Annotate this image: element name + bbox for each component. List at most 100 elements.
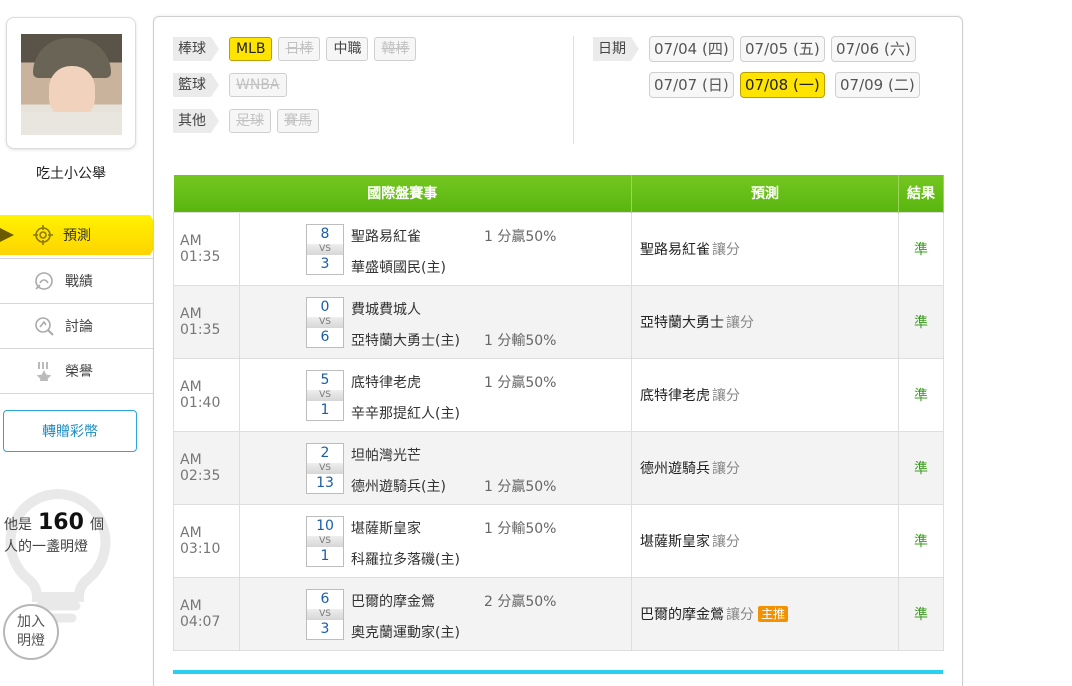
- divider: [0, 303, 154, 304]
- nav-label: 討論: [65, 319, 93, 335]
- avatar[interactable]: [21, 34, 122, 135]
- date-chip-0706[interactable]: 07/06 (六): [831, 36, 916, 62]
- fan-suffix: 個: [89, 517, 104, 533]
- fan-count: 160: [38, 510, 84, 535]
- chip-wnba: WNBA: [229, 73, 287, 97]
- game-time: AM 03:10: [173, 503, 240, 578]
- prediction-cell: 堪薩斯皇家 讓分: [631, 503, 899, 578]
- team-away[interactable]: 底特律老虎: [351, 372, 421, 392]
- score-home: 6: [320, 328, 330, 345]
- handicap-line: 1 分贏50%: [484, 478, 557, 495]
- vs-label: VS: [307, 535, 343, 547]
- table-bottom-bar: [173, 670, 943, 674]
- nav-item-discuss[interactable]: 討論: [0, 305, 154, 347]
- game-time: AM 01:35: [173, 284, 240, 359]
- bet-type: 讓分: [726, 314, 754, 331]
- match-cell: 8 VS 3 聖路易紅雀華盛頓國民(主) 1 分贏50%: [239, 211, 632, 286]
- table-row: AM 01:35 0 VS 6 費城費城人 亞特蘭大勇士(主) 1 分輸50% 亞特蘭大勇士讓…: [173, 284, 944, 359]
- result: 準: [898, 503, 944, 578]
- date-chip-0708[interactable]: 07/08 (一): [740, 72, 825, 98]
- team-away[interactable]: 堪薩斯皇家: [351, 518, 421, 538]
- score-home: 3: [320, 620, 330, 637]
- score-away: 6: [320, 590, 330, 607]
- team-away[interactable]: 聖路易紅雀: [351, 226, 421, 246]
- team-home[interactable]: 奧克蘭運動家(主): [351, 622, 460, 642]
- date-chip-0704[interactable]: 07/04 (四): [649, 36, 734, 62]
- table-row: AM 02:35 2 VS 13 坦帕灣光芒 德州遊騎兵(主) 1 分贏50% 德州遊騎兵 讓分…: [173, 430, 944, 505]
- result: 準: [898, 284, 944, 359]
- vs-label: VS: [307, 608, 343, 620]
- games-table: 國際盤賽事 預測 結果 AM 01:35 8 VS 3 聖路易紅雀 華盛頓國民(主) 1 分…: [173, 175, 944, 651]
- predicted-team: 巴爾的摩金鶯: [640, 606, 724, 623]
- result: 準: [898, 211, 944, 286]
- nav-label: 榮譽: [65, 364, 93, 380]
- score-box: 8 VS 3: [306, 223, 344, 275]
- team-home[interactable]: 德州遊騎兵(主): [351, 476, 446, 496]
- transfer-coins-button[interactable]: 轉贈彩幣: [3, 410, 137, 452]
- nav-item-predict[interactable]: 預測: [0, 215, 162, 255]
- divider: [0, 393, 154, 394]
- chip-npb: 日棒: [278, 37, 321, 61]
- score-home: 1: [320, 401, 330, 418]
- prediction-cell: 聖路易紅雀 讓分: [631, 211, 899, 286]
- date-chip-0709[interactable]: 07/09 (二): [835, 72, 920, 98]
- game-time: AM 01:40: [173, 357, 240, 432]
- filter-row-other: 其他 足球 賽馬: [173, 109, 325, 133]
- category-baseball: 棒球: [173, 37, 219, 61]
- nav-item-record[interactable]: 戰績: [0, 260, 154, 302]
- team-away[interactable]: 費城費城人: [351, 299, 421, 319]
- handicap-line: 1 分輸50%: [484, 520, 557, 537]
- score-box: 2 VS 13: [306, 442, 344, 494]
- fan-line2: 人的一盞明燈: [4, 539, 88, 555]
- date-label-row: 日期: [593, 37, 649, 61]
- filter-row-basketball: 籃球 WNBA: [173, 73, 293, 97]
- header-result: 結果: [898, 175, 944, 212]
- nav-label: 預測: [63, 228, 91, 244]
- match-cell: 10 VS 1 堪薩斯皇家 科羅拉多落磯(主) 1 分輸50%: [239, 503, 632, 578]
- vs-label: VS: [307, 462, 343, 474]
- category-other: 其他: [173, 109, 219, 133]
- magnifier-icon: [33, 315, 55, 337]
- date-chip-0707[interactable]: 07/07 (日): [649, 72, 734, 98]
- match-cell: 0 VS 6 費城費城人 亞特蘭大勇士(主) 1 分輸50%: [239, 284, 632, 359]
- score-box: 0 VS 6: [306, 296, 344, 348]
- fan-count-text: 他是 160 個 人的一盞明燈: [4, 512, 104, 558]
- table-row: AM 03:10 10 VS 1 堪薩斯皇家 科羅拉多落磯(主) 1 分輸50% 堪薩斯皇家讓…: [173, 503, 944, 578]
- prediction-cell: 亞特蘭大勇士 讓分: [631, 284, 899, 359]
- team-away[interactable]: 坦帕灣光芒: [351, 445, 421, 465]
- score-home: 1: [320, 547, 330, 564]
- chip-cpbl[interactable]: 中職: [326, 37, 369, 61]
- chip-horse-racing: 賽馬: [277, 109, 319, 133]
- table-row: AM 01:40 5 VS 1 底特律老虎 辛辛那提紅人(主) 1 分贏50% 底特律老虎 讓分…: [173, 357, 944, 432]
- chip-mlb[interactable]: MLB: [229, 37, 273, 61]
- username: 吃土小公舉: [36, 166, 106, 182]
- team-home[interactable]: 華盛頓國民(主): [351, 257, 446, 277]
- handicap-line: 1 分贏50%: [484, 228, 557, 245]
- prediction-cell: 德州遊騎兵 讓分: [631, 430, 899, 505]
- game-time: AM 04:07: [173, 576, 240, 651]
- team-home[interactable]: 亞特蘭大勇士(主): [351, 330, 460, 350]
- bet-type: 讓分: [726, 606, 754, 623]
- date-chip-0705[interactable]: 07/05 (五): [740, 36, 825, 62]
- team-away[interactable]: 巴爾的摩金鶯: [351, 591, 435, 611]
- score-box: 6 VS 3: [306, 588, 344, 640]
- header-match: 國際盤賽事: [173, 175, 632, 212]
- result: 準: [898, 430, 944, 505]
- handicap-line: 1 分贏50%: [484, 374, 557, 391]
- join-label-2: 明燈: [17, 633, 45, 649]
- bet-type: 讓分: [712, 533, 740, 550]
- nav-item-honor[interactable]: 榮譽: [0, 350, 154, 392]
- team-home[interactable]: 科羅拉多落磯(主): [351, 549, 460, 569]
- table-row: AM 04:07 6 VS 3 巴爾的摩金鶯 奧克蘭運動家(主) 2 分贏50% 巴爾的摩金鶯…: [173, 576, 944, 651]
- score-away: 5: [320, 371, 330, 388]
- category-basketball: 籃球: [173, 73, 219, 97]
- target-icon: [33, 225, 53, 245]
- score-home: 3: [320, 255, 330, 272]
- predicted-team: 德州遊騎兵: [640, 460, 710, 477]
- join-lamp-button[interactable]: 加入 明燈: [3, 604, 59, 660]
- team-home[interactable]: 辛辛那提紅人(主): [351, 403, 460, 423]
- vs-label: VS: [307, 389, 343, 401]
- score-away: 8: [320, 225, 330, 242]
- filter-row-baseball: 棒球 MLB 日棒 中職 韓棒: [173, 37, 422, 61]
- vs-label: VS: [307, 243, 343, 255]
